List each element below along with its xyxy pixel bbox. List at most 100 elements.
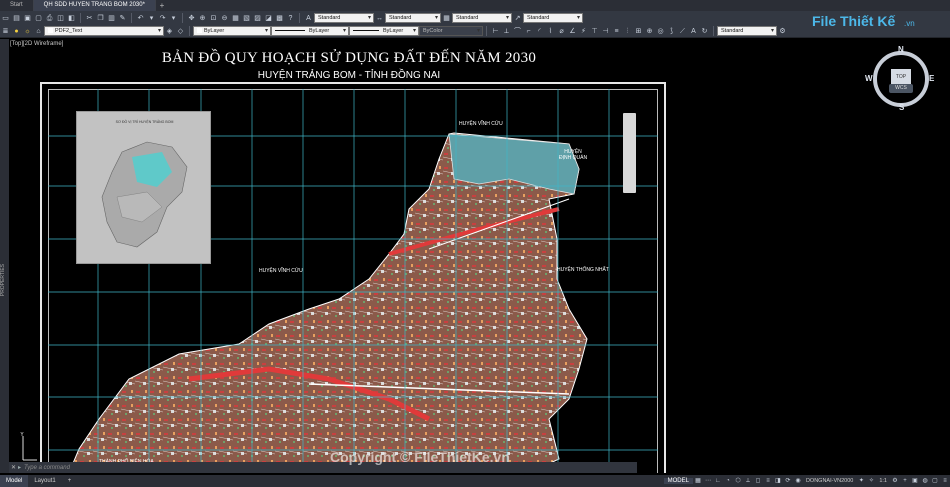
layer-lock-icon[interactable]: ⌂ xyxy=(34,27,43,36)
redo-dropdown-icon[interactable]: ▾ xyxy=(169,14,178,23)
grid-icon[interactable]: ▦ xyxy=(694,477,702,485)
viewcube[interactable]: N S E W TOP xyxy=(865,45,935,113)
layer-on-bulb-icon[interactable]: ● xyxy=(12,27,21,36)
compass-south[interactable]: S xyxy=(899,103,904,112)
layer-previous-icon[interactable]: ◇ xyxy=(176,27,185,36)
dim-aligned-icon[interactable]: ⟂ xyxy=(502,27,511,36)
drawing-viewport[interactable]: [Top][2D Wireframe] BẢN ĐỒ QUY HOẠCH SỬ … xyxy=(9,39,950,473)
customization-menu-icon[interactable]: ≡ xyxy=(941,477,949,485)
ortho-icon[interactable]: ∟ xyxy=(714,477,722,485)
dim-space-icon[interactable]: ≡ xyxy=(612,27,621,36)
center-mark-icon[interactable]: ⊕ xyxy=(645,27,654,36)
mleader-style-select[interactable]: Standard xyxy=(523,13,583,23)
plot-style-select[interactable]: ByColor xyxy=(419,26,483,36)
open-folder-icon[interactable]: ▤ xyxy=(12,14,21,23)
viewcube-top-face[interactable]: TOP xyxy=(891,69,911,85)
dim-radius-icon[interactable]: ◜ xyxy=(535,27,544,36)
dim-style-manager-icon[interactable]: ⚙ xyxy=(778,27,787,36)
dim-linear-icon[interactable]: ⊢ xyxy=(491,27,500,36)
compass-east[interactable]: E xyxy=(929,74,934,83)
osnap-icon[interactable]: ◻ xyxy=(754,477,762,485)
redo-icon[interactable]: ↷ xyxy=(158,14,167,23)
jogged-linear-icon[interactable]: ⟆ xyxy=(667,27,676,36)
dim-continue-icon[interactable]: ⊣ xyxy=(601,27,610,36)
new-file-icon[interactable]: ▭ xyxy=(1,14,10,23)
dim-jogged-icon[interactable]: ⌇ xyxy=(546,27,555,36)
compass-west[interactable]: W xyxy=(865,74,873,83)
tab-drawing[interactable]: QH SDD HUYEN TRANG BOM 2030* xyxy=(33,0,156,11)
wcs-menu[interactable]: WCS xyxy=(889,84,913,93)
make-current-layer-icon[interactable]: ◈ xyxy=(165,27,174,36)
sheet-set-icon[interactable]: ▨ xyxy=(253,14,262,23)
annotation-visibility-icon[interactable]: ✦ xyxy=(857,477,865,485)
tab-model[interactable]: Model xyxy=(0,475,29,487)
visual-style-select[interactable]: Standard xyxy=(717,26,777,36)
autoscale-icon[interactable]: ✧ xyxy=(867,477,875,485)
osnap-tracking-icon[interactable]: ⟂ xyxy=(744,477,752,485)
dim-break-icon[interactable]: ⫶ xyxy=(623,27,632,36)
isodraft-icon[interactable]: ⬡ xyxy=(734,477,742,485)
quickcalc-icon[interactable]: ▩ xyxy=(275,14,284,23)
snap-icon[interactable]: ⋯ xyxy=(704,477,712,485)
color-select[interactable]: ByLayer xyxy=(193,26,271,36)
help-icon[interactable]: ? xyxy=(286,14,295,23)
save-as-icon[interactable]: ▢ xyxy=(34,14,43,23)
layer-select[interactable]: PDF2_Text xyxy=(44,26,164,36)
lineweight-select[interactable]: ByLayer xyxy=(349,26,419,36)
pan-icon[interactable]: ✥ xyxy=(187,14,196,23)
undo-icon[interactable]: ↶ xyxy=(136,14,145,23)
plot-preview-icon[interactable]: ◫ xyxy=(56,14,65,23)
new-tab-plus-icon[interactable]: + xyxy=(156,0,168,11)
zoom-realtime-icon[interactable]: ⊕ xyxy=(198,14,207,23)
dim-text-edit-icon[interactable]: A xyxy=(689,27,698,36)
tab-start[interactable]: Start xyxy=(0,0,34,11)
dim-edit-icon[interactable]: ⟋ xyxy=(678,27,687,36)
dim-baseline-icon[interactable]: ⊤ xyxy=(590,27,599,36)
publish-icon[interactable]: ◧ xyxy=(67,14,76,23)
selection-cycling-icon[interactable]: ⟳ xyxy=(784,477,792,485)
transparency-icon[interactable]: ◨ xyxy=(774,477,782,485)
paste-icon[interactable]: ▥ xyxy=(107,14,116,23)
layer-properties-icon[interactable]: ≣ xyxy=(1,27,10,36)
match-properties-icon[interactable]: ✎ xyxy=(118,14,127,23)
geolocation-pin-icon[interactable]: ◉ xyxy=(794,477,802,485)
cut-icon[interactable]: ✂ xyxy=(85,14,94,23)
coordinate-system-label[interactable]: DONGNAI-VN2000 xyxy=(806,478,853,484)
model-space-button[interactable]: MODEL xyxy=(663,478,693,484)
annotation-scale[interactable]: 1:1 xyxy=(879,478,887,484)
text-style-select[interactable]: Standard xyxy=(314,13,374,23)
dim-diameter-icon[interactable]: ⌀ xyxy=(557,27,566,36)
close-icon[interactable]: ✕ xyxy=(9,464,18,471)
layer-freeze-sun-icon[interactable]: ☼ xyxy=(23,27,32,36)
navigation-bar[interactable] xyxy=(623,113,636,193)
tab-layout1[interactable]: Layout1 xyxy=(28,475,61,487)
lineweight-icon[interactable]: ≡ xyxy=(764,477,772,485)
compass-north[interactable]: N xyxy=(898,45,904,54)
linetype-select[interactable]: ByLayer xyxy=(271,26,349,36)
undo-dropdown-icon[interactable]: ▾ xyxy=(147,14,156,23)
dim-ordinate-icon[interactable]: ⌐ xyxy=(524,27,533,36)
hardware-acceleration-icon[interactable]: ▣ xyxy=(911,477,919,485)
copy-icon[interactable]: ❐ xyxy=(96,14,105,23)
tool-palette-icon[interactable]: ▧ xyxy=(242,14,251,23)
zoom-previous-icon[interactable]: ⊖ xyxy=(220,14,229,23)
tolerance-icon[interactable]: ⊞ xyxy=(634,27,643,36)
inspect-icon[interactable]: ◎ xyxy=(656,27,665,36)
properties-palette-collapsed[interactable]: PROPERTIES xyxy=(0,39,9,473)
command-input[interactable]: Type a command xyxy=(24,465,637,471)
polar-icon[interactable]: ◔ xyxy=(724,477,732,485)
zoom-window-icon[interactable]: ⊡ xyxy=(209,14,218,23)
clean-screen-icon[interactable]: ▢ xyxy=(931,477,939,485)
quick-dim-icon[interactable]: ⚡ xyxy=(579,27,588,36)
table-style-select[interactable]: Standard xyxy=(452,13,512,23)
save-icon[interactable]: ▣ xyxy=(23,14,32,23)
plus-icon[interactable]: + xyxy=(901,477,909,485)
markup-icon[interactable]: ◪ xyxy=(264,14,273,23)
design-center-icon[interactable]: ▦ xyxy=(231,14,240,23)
dim-angular-icon[interactable]: ∠ xyxy=(568,27,577,36)
print-icon[interactable]: ⎙ xyxy=(45,14,54,23)
gear-icon[interactable]: ⚙ xyxy=(891,477,899,485)
add-layout-plus-icon[interactable]: + xyxy=(62,475,78,487)
dim-style-select[interactable]: Standard xyxy=(385,13,441,23)
dim-arc-icon[interactable]: ⌒ xyxy=(513,27,522,36)
